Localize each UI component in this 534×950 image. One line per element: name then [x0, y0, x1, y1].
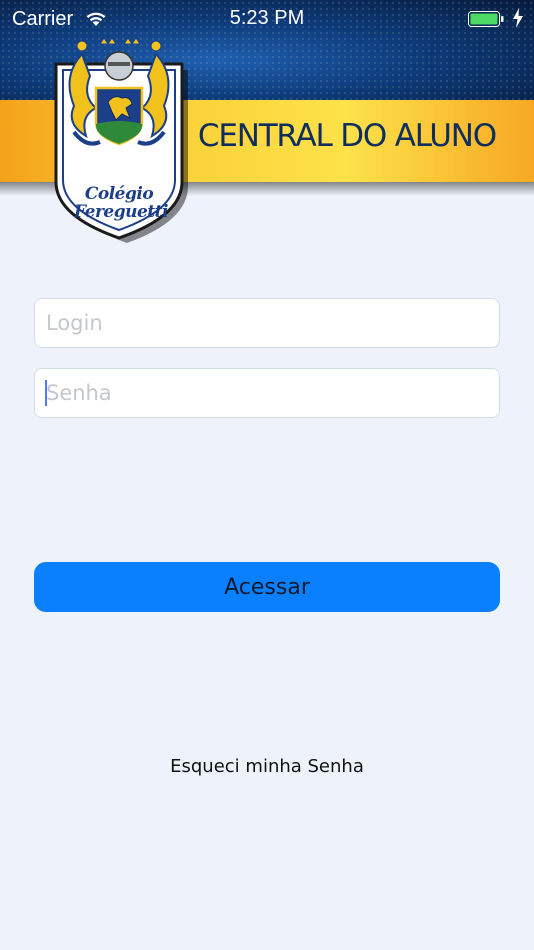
- acessar-button[interactable]: Acessar: [34, 562, 500, 612]
- login-input[interactable]: [34, 298, 500, 348]
- crest-text-line-2: Fereguetti: [74, 202, 168, 222]
- school-crest-logo: Colégio Fereguetti: [52, 36, 194, 246]
- status-time: 5:23 PM: [229, 7, 305, 29]
- text-cursor: [45, 380, 47, 406]
- forgot-password-link[interactable]: Esqueci minha Senha: [0, 756, 534, 777]
- acessar-button-label: Acessar: [224, 574, 310, 600]
- senha-input[interactable]: [34, 368, 500, 418]
- battery-icon: [468, 11, 504, 27]
- status-bar: Carrier 5:23 PM: [0, 0, 534, 38]
- charging-bolt-icon: [513, 8, 523, 28]
- page-title: CENTRAL DO ALUNO: [197, 118, 497, 154]
- crest-text-line-1: Colégio: [84, 184, 154, 204]
